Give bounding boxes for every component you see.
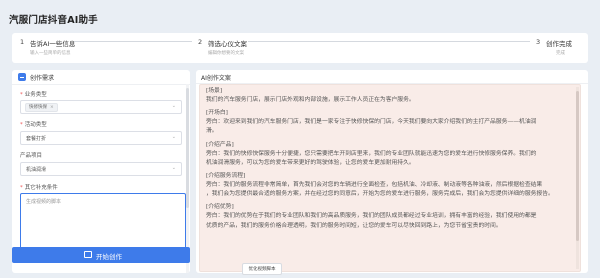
- step-connector-2: [248, 41, 530, 42]
- chevron-down-icon: ⌄: [171, 103, 176, 109]
- step-1-desc: 输入一些简单的信息: [30, 51, 71, 56]
- step-3-title: 创作完成: [546, 40, 572, 48]
- copy-line: 旁白：我们的服务流程非常简单，首先我们会对您的车辆进行全面检查，包括机油、冷却液…: [206, 182, 543, 189]
- stepper: 1 告诉AI一些信息 输入一些简单的信息 2 筛选心仪文案 编辑你想要的文案 3…: [12, 33, 588, 63]
- ai-copy-panel: AI创作文案 [场景] 我们的汽车服务门店，展示门店外观和内部设施，展示工作人员…: [196, 70, 588, 273]
- activity-type-label: * 活动类型: [20, 122, 47, 128]
- panel-header: AI创作文案: [196, 70, 588, 84]
- step-3-number: 3: [536, 38, 541, 46]
- create-icon: [84, 251, 92, 258]
- product-value: 机油润滑: [26, 167, 47, 173]
- section-heading: [介绍产品]: [206, 141, 234, 148]
- step-1-title: 告诉AI一些信息: [30, 40, 76, 48]
- copy-line: 旁白：我们的优势在于我们的专业团队和我们的高品质服务，我们的团队成员都经过专业培…: [206, 213, 537, 220]
- copy-line: ，我们会为您提供最合适的服务方案，并在经过您的同意后，开始为您的爱车进行服务，服…: [206, 191, 554, 198]
- generated-copy-area[interactable]: [场景] 我们的汽车服务门店，展示门店外观和内部设施，展示工作人员正在为客户服务…: [199, 84, 581, 272]
- copy-line: 滑。: [206, 128, 218, 135]
- copy-line: 优质的产品，我们的服务价格合理透明，我们的服务时间短，让您的爱车可以尽快回到路上…: [206, 222, 502, 229]
- copy-line: 机油润滑服务，可以为您的爱车带来更好的驾驶体验，让您的爱车更加耐用持久。: [206, 159, 415, 166]
- copy-line: 旁白：我们的快修快保服务十分便捷，您只需要把车开到店里来，我们的专业团队就能迅速…: [206, 150, 537, 157]
- step-2-title: 筛选心仪文案: [208, 40, 247, 48]
- chevron-down-icon: ⌄: [171, 134, 176, 140]
- optimize-script-button[interactable]: 优化视频脚本: [242, 263, 282, 275]
- section-heading: [开场白]: [206, 110, 228, 117]
- copy-line: 我们的汽车服务门店，展示门店外观和内部设施，展示工作人员正在为客户服务。: [206, 97, 415, 103]
- selected-tag: 快修快保 ×: [25, 103, 58, 112]
- optimize-script-label: 优化视频脚本: [248, 267, 276, 272]
- business-type-label: * 业务类型: [20, 92, 47, 98]
- activity-type-value: 套餐打折: [26, 136, 47, 142]
- app-title: 汽服门店抖音AI助手: [9, 15, 98, 26]
- step-connector-1: [74, 41, 192, 42]
- product-label: 产品项目: [20, 153, 43, 159]
- business-type-select[interactable]: 快修快保 × ⌄: [20, 100, 182, 114]
- step-2-desc: 编辑你想要的文案: [208, 51, 244, 56]
- section-heading: [介绍优势]: [206, 204, 234, 211]
- product-select[interactable]: 机油润滑 ⌄: [20, 162, 182, 176]
- panel-header: 创作需求: [12, 70, 190, 85]
- scrollbar-thumb[interactable]: [186, 88, 189, 208]
- copy-line: 旁白：欢迎来到我们的汽车服务门店，我们是一家专注于快修快保的门店，今天我们要向大…: [206, 119, 537, 126]
- scrollbar[interactable]: [576, 87, 579, 269]
- panel-title: AI创作文案: [201, 75, 231, 82]
- conditions-label: * 其它补充条件: [20, 185, 58, 191]
- step-2-number: 2: [198, 38, 203, 46]
- scrollbar[interactable]: [186, 84, 189, 273]
- chevron-down-icon: ⌄: [171, 165, 176, 171]
- edit-icon: [18, 73, 26, 81]
- panel-title: 创作需求: [30, 75, 55, 82]
- tag-close-icon[interactable]: ×: [50, 105, 54, 110]
- step-3-desc: 完成: [556, 51, 565, 56]
- start-creation-button[interactable]: 开始创作: [12, 247, 190, 263]
- scrollbar-thumb[interactable]: [576, 91, 579, 241]
- step-1-number: 1: [20, 38, 25, 46]
- start-creation-label: 开始创作: [96, 253, 122, 261]
- creation-form-panel: 创作需求 * 业务类型 快修快保 × ⌄ * 活动类型 套餐打折 ⌄ 产品项目 机油润…: [12, 70, 190, 273]
- activity-type-select[interactable]: 套餐打折 ⌄: [20, 131, 182, 145]
- section-heading: [场景]: [206, 88, 223, 94]
- conditions-placeholder: 生成视频的脚本: [26, 199, 62, 205]
- section-heading: [介绍服务流程]: [206, 173, 246, 180]
